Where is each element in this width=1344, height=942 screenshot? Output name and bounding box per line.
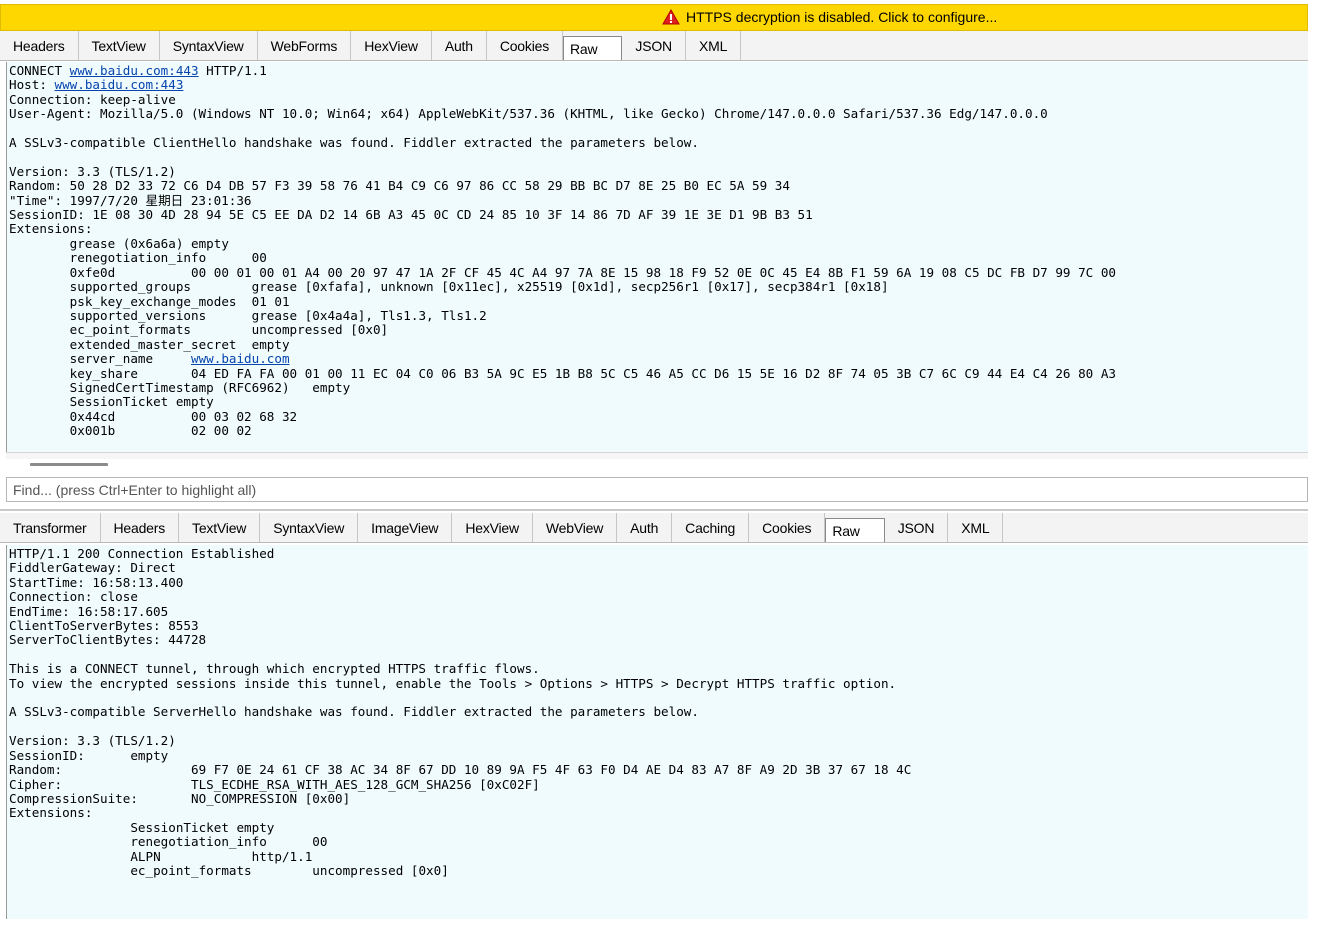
response-tab-hexview[interactable]: HexView	[452, 513, 533, 542]
client-to-server-bytes: ClientToServerBytes: 8553	[9, 618, 199, 634]
response-tab-cookies[interactable]: Cookies	[749, 513, 826, 542]
server-cipher: Cipher: TLS_ECDHE_RSA_WITH_AES_128_GCM_S…	[9, 776, 540, 792]
ext-server-name-label: server_name	[9, 351, 191, 367]
connection-header: Connection: keep-alive	[9, 91, 176, 107]
response-tab-transformer[interactable]: Transformer	[0, 513, 101, 542]
request-inspector-tabs: Headers TextView SyntaxView WebForms HexView…	[0, 31, 1308, 61]
response-tab-imageview[interactable]: ImageView	[358, 513, 453, 542]
request-tab-raw[interactable]: Raw	[563, 36, 623, 60]
pane-splitter[interactable]	[0, 509, 1308, 511]
client-hello-note: A SSLv3-compatible ClientHello handshake…	[9, 135, 699, 151]
response-connection: Connection: close	[9, 589, 138, 605]
ext-supported-versions: supported_versions grease [0x4a4a], Tls1…	[9, 307, 487, 323]
response-tab-textview[interactable]: TextView	[179, 513, 261, 542]
response-raw-text[interactable]: HTTP/1.1 200 Connection Established Fidd…	[7, 545, 1308, 878]
response-raw-view[interactable]: HTTP/1.1 200 Connection Established Fidd…	[6, 545, 1308, 919]
request-tab-json[interactable]: JSON	[622, 31, 686, 60]
request-tab-auth[interactable]: Auth	[432, 31, 487, 60]
find-input[interactable]	[6, 477, 1308, 502]
server-ext-alpn: ALPN http/1.1	[9, 848, 313, 864]
response-tab-raw[interactable]: Raw	[825, 518, 885, 542]
client-random: Random: 50 28 D2 33 72 C6 D4 DB 57 F3 39…	[9, 178, 790, 194]
https-warning-link[interactable]: HTTPS decryption is disabled. Click to c…	[662, 8, 998, 25]
server-ext-ec-point-formats: ec_point_formats uncompressed [0x0]	[9, 862, 449, 878]
response-tab-caching[interactable]: Caching	[672, 513, 750, 542]
request-tab-headers[interactable]: Headers	[0, 31, 79, 60]
user-agent-header: User-Agent: Mozilla/5.0 (Windows NT 10.0…	[9, 106, 1048, 122]
ext-supported-groups: supported_groups grease [0xfafa], unknow…	[9, 279, 889, 295]
warning-icon	[662, 8, 680, 25]
request-tab-webforms[interactable]: WebForms	[258, 31, 352, 60]
client-session-id: SessionID: 1E 08 30 4D 28 94 5E C5 EE DA…	[9, 207, 813, 223]
response-status-line: HTTP/1.1 200 Connection Established	[9, 546, 275, 561]
server-extensions-label: Extensions:	[9, 805, 93, 821]
ext-extended-master-secret: extended_master_secret empty	[9, 336, 290, 352]
tunnel-note-line-2: To view the encrypted sessions inside th…	[9, 675, 897, 691]
ext-0xfe0d: 0xfe0d 00 00 01 00 01 A4 00 20 97 47 1A …	[9, 264, 1116, 280]
host-header-link[interactable]: www.baidu.com:443	[55, 77, 184, 92]
ext-grease: grease (0x6a6a) empty	[9, 235, 229, 251]
request-tab-xml[interactable]: XML	[686, 31, 742, 60]
ext-server-name-link[interactable]: www.baidu.com	[191, 351, 290, 366]
ext-session-ticket: SessionTicket empty	[9, 394, 214, 410]
server-hello-note: A SSLv3-compatible ServerHello handshake…	[9, 704, 699, 720]
end-time: EndTime: 16:58:17.605	[9, 603, 169, 619]
request-method: CONNECT	[9, 63, 70, 78]
server-to-client-bytes: ServerToClientBytes: 44728	[9, 632, 207, 648]
response-tab-syntaxview[interactable]: SyntaxView	[260, 513, 359, 542]
scrollbar-thumb[interactable]	[30, 463, 108, 466]
request-raw-text[interactable]: CONNECT www.baidu.com:443 HTTP/1.1 Host:…	[7, 62, 1308, 439]
request-horizontal-scrollbar[interactable]	[6, 452, 1308, 474]
tunnel-note-line-1: This is a CONNECT tunnel, through which …	[9, 661, 540, 677]
server-random: Random: 69 F7 0E 24 61 CF 38 AC 34 8F 67…	[9, 762, 912, 778]
ext-key-share: key_share 04 ED FA FA 00 01 00 11 EC 04 …	[9, 365, 1116, 381]
ext-psk-key-exchange-modes: psk_key_exchange_modes 01 01	[9, 293, 290, 309]
response-tab-xml[interactable]: XML	[948, 513, 1004, 542]
client-version: Version: 3.3 (TLS/1.2)	[9, 163, 176, 179]
ext-renegotiation-info: renegotiation_info 00	[9, 250, 267, 266]
server-ext-session-ticket: SessionTicket empty	[9, 819, 275, 835]
ext-0x44cd: 0x44cd 00 03 02 68 32	[9, 408, 298, 424]
ext-signed-cert-timestamp: SignedCertTimestamp (RFC6962) empty	[9, 379, 351, 395]
request-tab-syntaxview[interactable]: SyntaxView	[160, 31, 258, 60]
scrollbar-track	[6, 453, 1308, 459]
request-tab-textview[interactable]: TextView	[79, 31, 160, 60]
server-version: Version: 3.3 (TLS/1.2)	[9, 733, 176, 749]
response-tab-webview[interactable]: WebView	[533, 513, 618, 542]
host-header-label: Host:	[9, 77, 55, 93]
response-tab-json[interactable]: JSON	[885, 513, 949, 542]
https-warning-bar[interactable]: HTTPS decryption is disabled. Click to c…	[0, 4, 1308, 31]
server-ext-renegotiation-info: renegotiation_info 00	[9, 834, 328, 850]
request-tab-hexview[interactable]: HexView	[351, 31, 432, 60]
ext-0x001b: 0x001b 02 00 02	[9, 423, 252, 439]
request-protocol: HTTP/1.1	[198, 63, 267, 78]
start-time: StartTime: 16:58:13.400	[9, 574, 184, 590]
response-tab-auth[interactable]: Auth	[617, 513, 673, 542]
request-raw-view[interactable]: CONNECT www.baidu.com:443 HTTP/1.1 Host:…	[6, 62, 1308, 452]
server-session-id: SessionID: empty	[9, 747, 169, 763]
client-extensions-label: Extensions:	[9, 221, 93, 237]
warning-text: HTTPS decryption is disabled. Click to c…	[686, 9, 998, 25]
server-compression-suite: CompressionSuite: NO_COMPRESSION [0x00]	[9, 790, 351, 806]
response-inspector-tabs: Transformer Headers TextView SyntaxView Imag…	[0, 513, 1308, 543]
request-tab-cookies[interactable]: Cookies	[487, 31, 563, 60]
request-host-link[interactable]: www.baidu.com:443	[70, 63, 199, 78]
fiddler-gateway: FiddlerGateway: Direct	[9, 560, 176, 576]
ext-ec-point-formats: ec_point_formats uncompressed [0x0]	[9, 322, 389, 338]
client-time: "Time": 1997/7/20 星期日 23:01:36	[9, 192, 252, 208]
response-tab-headers[interactable]: Headers	[101, 513, 180, 542]
